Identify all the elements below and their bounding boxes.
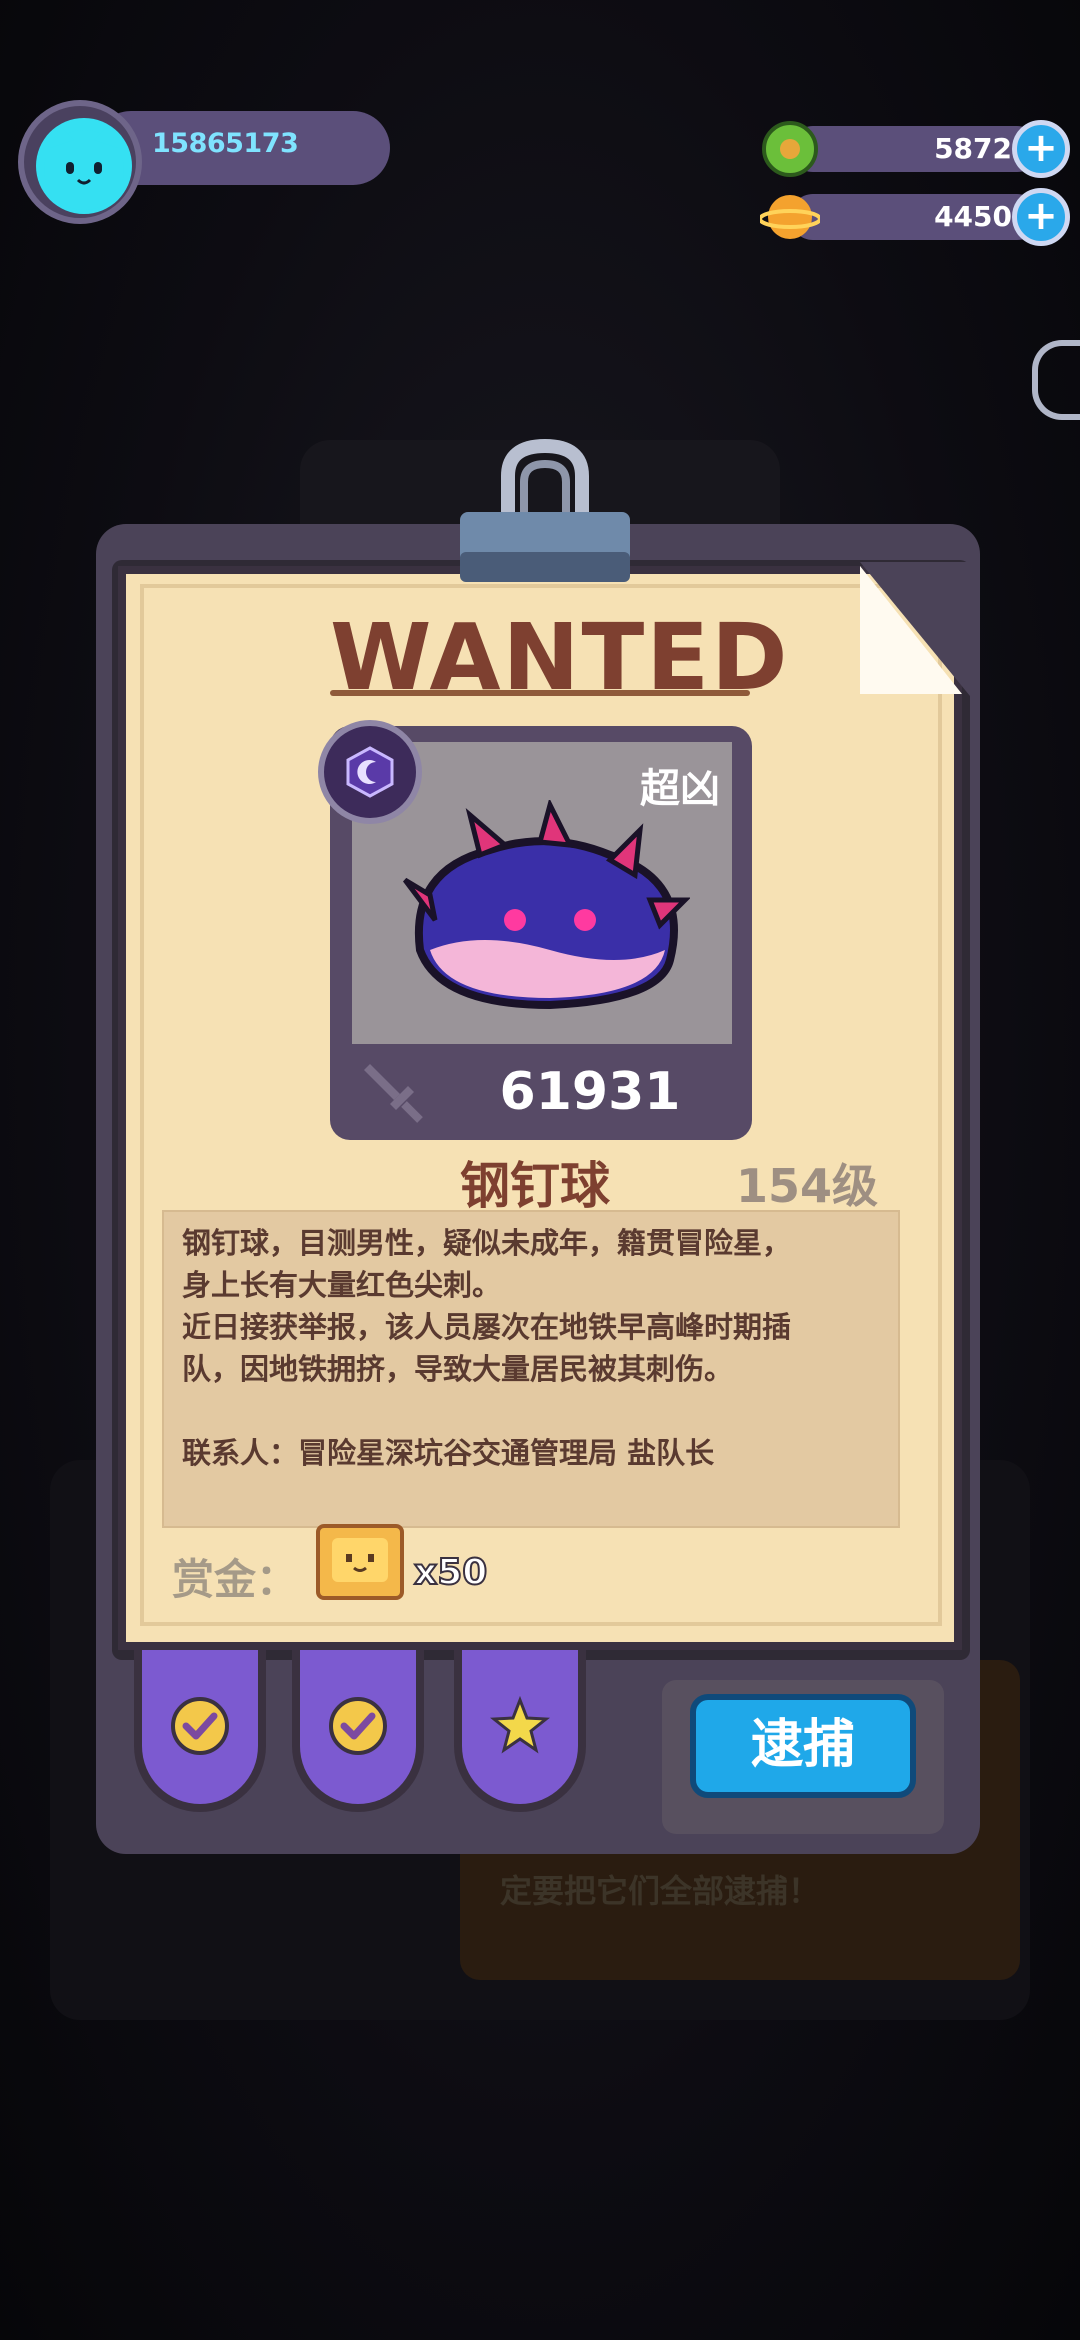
background-hint-text: 定要把它们全部逮捕！ — [500, 1872, 821, 1910]
contact-line: 联系人：冒险星深坑谷交通管理局 盐队长 — [182, 1436, 715, 1470]
chip-face-icon — [332, 1538, 388, 1582]
capture-button[interactable]: 逮捕 — [690, 1694, 916, 1798]
tab-check-1[interactable] — [134, 1650, 266, 1812]
rarity-tag: 超凶 — [640, 766, 720, 812]
currency-value: 5872 — [934, 132, 1012, 165]
side-clip-icon[interactable] — [1032, 340, 1080, 420]
description-line: 近日接获举报，该人员屡次在地铁早高峰时期插 — [182, 1310, 792, 1344]
check-icon — [171, 1697, 229, 1755]
monster-power: 61931 — [499, 1062, 681, 1122]
description-line: 队，因地铁拥挤，导致大量居民被其刺伤。 — [182, 1352, 734, 1386]
description-line: 钢钉球，目测男性，疑似未成年，籍贯冒险星， — [182, 1226, 792, 1260]
planet-coin-icon — [760, 195, 820, 239]
reward-count: x50 — [413, 1551, 488, 1594]
monster-level: 154级 — [736, 1159, 879, 1213]
green-gem-icon — [762, 121, 818, 177]
player-id: 15865173 — [152, 128, 299, 159]
tab-star[interactable] — [454, 1650, 586, 1812]
currency-value: 4450 — [934, 200, 1012, 233]
binder-clip-icon — [460, 438, 630, 582]
cat-avatar-icon — [44, 126, 124, 210]
currency-green-gem: 5872 + — [760, 120, 1070, 178]
currency-planet-coin: 4450 + — [760, 188, 1070, 246]
add-planet-coin-button[interactable]: + — [1012, 188, 1070, 246]
game-screen: 定要把它们全部逮捕！ 15865173 5872 + 4450 + WANTED… — [0, 0, 1080, 2340]
avatar[interactable] — [36, 118, 132, 214]
tab-check-2[interactable] — [292, 1650, 424, 1812]
spike-ball-monster-icon — [403, 800, 690, 1010]
check-icon — [329, 1697, 387, 1755]
player-profile[interactable]: 15865173 — [14, 98, 390, 224]
reward-label: 赏金： — [172, 1555, 299, 1604]
description-line: 身上长有大量红色尖刺。 — [182, 1268, 502, 1302]
monster-description: 钢钉球，目测男性，疑似未成年，籍贯冒险星， 身上长有大量红色尖刺。 近日接获举报… — [182, 1222, 882, 1474]
description-spacer — [182, 1390, 882, 1432]
star-icon — [490, 1696, 550, 1754]
add-green-gem-button[interactable]: + — [1012, 120, 1070, 178]
title-underline — [330, 690, 750, 696]
moon-badge-icon — [346, 746, 394, 798]
monster-name: 钢钉球 — [460, 1157, 610, 1215]
sword-icon — [364, 1064, 423, 1123]
reward-chip-icon — [316, 1524, 404, 1600]
